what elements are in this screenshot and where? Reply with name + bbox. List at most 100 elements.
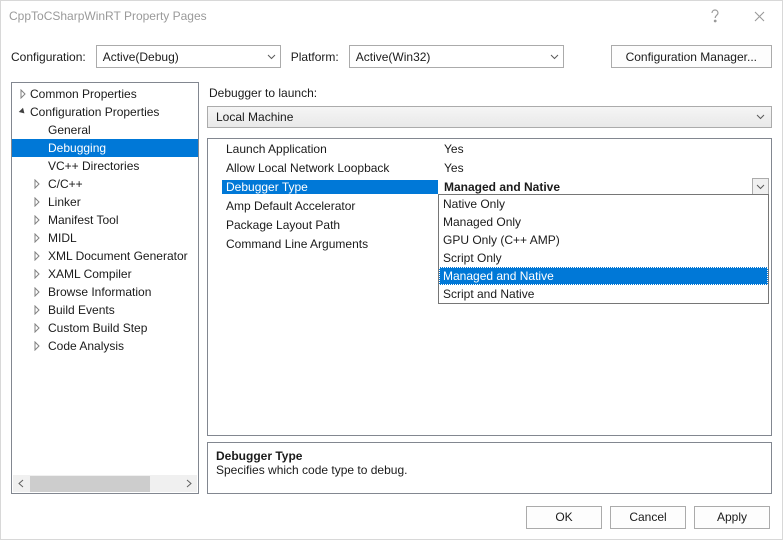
description-title: Debugger Type xyxy=(216,449,763,463)
property-value[interactable]: Yes xyxy=(438,161,771,175)
tree-twist-closed-icon[interactable] xyxy=(30,287,44,297)
tree-item[interactable]: Manifest Tool xyxy=(12,211,198,229)
scroll-right-arrow[interactable] xyxy=(180,475,197,492)
debugger-launch-label: Debugger to launch: xyxy=(209,86,772,100)
configuration-label: Configuration: xyxy=(11,50,86,64)
property-name: Launch Application xyxy=(222,142,438,156)
debugger-type-options-list[interactable]: Native OnlyManaged OnlyGPU Only (C++ AMP… xyxy=(438,194,769,304)
property-dropdown-button[interactable] xyxy=(752,178,769,195)
tree-twist-closed-icon[interactable] xyxy=(30,323,44,333)
platform-value: Active(Win32) xyxy=(356,50,431,64)
ok-button[interactable]: OK xyxy=(526,506,602,529)
property-row[interactable]: Allow Local Network LoopbackYes xyxy=(222,158,771,177)
configuration-manager-label: Configuration Manager... xyxy=(626,50,757,64)
tree-item-label: Manifest Tool xyxy=(44,213,118,227)
tree-item[interactable]: Build Events xyxy=(12,301,198,319)
tree-item-label: Debugging xyxy=(30,141,106,155)
tree-twist-closed-icon[interactable] xyxy=(30,215,44,225)
configuration-toolbar: Configuration: Active(Debug) Platform: A… xyxy=(1,31,782,82)
property-name: Package Layout Path xyxy=(222,218,438,232)
property-name: Allow Local Network Loopback xyxy=(222,161,438,175)
tree-item-label: Configuration Properties xyxy=(30,105,159,119)
property-name: Command Line Arguments xyxy=(222,237,438,251)
tree-item[interactable]: C/C++ xyxy=(12,175,198,193)
chevron-down-icon xyxy=(756,114,765,120)
tree-item[interactable]: Custom Build Step xyxy=(12,319,198,337)
tree-item-label: VC++ Directories xyxy=(30,159,139,173)
property-name: Debugger Type xyxy=(222,180,438,194)
chevron-down-icon xyxy=(756,184,765,190)
ok-label: OK xyxy=(555,510,572,524)
tree-item[interactable]: VC++ Directories xyxy=(12,157,198,175)
configuration-value: Active(Debug) xyxy=(103,50,179,64)
configuration-manager-button[interactable]: Configuration Manager... xyxy=(611,45,772,68)
tree-twist-closed-icon[interactable] xyxy=(30,341,44,351)
property-value[interactable]: Yes xyxy=(438,142,771,156)
tree-twist-closed-icon[interactable] xyxy=(30,197,44,207)
help-icon xyxy=(710,9,720,23)
dialog-footer: OK Cancel Apply xyxy=(1,495,782,539)
platform-dropdown[interactable]: Active(Win32) xyxy=(349,45,564,68)
tree-item-label: Code Analysis xyxy=(44,339,124,353)
apply-button[interactable]: Apply xyxy=(694,506,770,529)
debugger-launch-dropdown[interactable]: Local Machine xyxy=(207,106,772,128)
tree-twist-open-icon[interactable] xyxy=(16,107,30,117)
dropdown-option[interactable]: GPU Only (C++ AMP) xyxy=(439,231,768,249)
tree-item[interactable]: Browse Information xyxy=(12,283,198,301)
dropdown-option[interactable]: Managed and Native xyxy=(439,267,768,285)
tree-item[interactable]: Common Properties xyxy=(12,85,198,103)
dropdown-option[interactable]: Script Only xyxy=(439,249,768,267)
tree-item[interactable]: Linker xyxy=(12,193,198,211)
dropdown-option[interactable]: Managed Only xyxy=(439,213,768,231)
tree-item[interactable]: Debugging xyxy=(12,139,198,157)
nav-tree: Common Properties Configuration Propertie… xyxy=(11,82,199,494)
window-title: CppToCSharpWinRT Property Pages xyxy=(9,9,692,23)
tree-twist-closed-icon[interactable] xyxy=(30,233,44,243)
cancel-label: Cancel xyxy=(629,510,666,524)
description-text: Specifies which code type to debug. xyxy=(216,463,763,477)
scroll-left-arrow[interactable] xyxy=(13,475,30,492)
close-button[interactable] xyxy=(737,1,782,31)
tree-item[interactable]: XML Document Generator xyxy=(12,247,198,265)
main-area: Common Properties Configuration Propertie… xyxy=(1,82,782,494)
cancel-button[interactable]: Cancel xyxy=(610,506,686,529)
tree-item-label: C/C++ xyxy=(44,177,83,191)
tree-item[interactable]: Configuration Properties xyxy=(12,103,198,121)
chevron-down-icon xyxy=(550,54,559,60)
dropdown-option[interactable]: Native Only xyxy=(439,195,768,213)
content-column: Debugger to launch: Local Machine Launch… xyxy=(207,82,772,494)
tree-item-label: Common Properties xyxy=(30,87,137,101)
horizontal-scrollbar[interactable] xyxy=(13,475,197,492)
title-bar: CppToCSharpWinRT Property Pages xyxy=(1,1,782,31)
tree-twist-closed-icon[interactable] xyxy=(30,269,44,279)
tree-item-label: General xyxy=(30,123,91,137)
tree-item[interactable]: Code Analysis xyxy=(12,337,198,355)
help-button[interactable] xyxy=(692,1,737,31)
tree-item[interactable]: General xyxy=(12,121,198,139)
property-row[interactable]: Launch ApplicationYes xyxy=(222,139,771,158)
tree-item[interactable]: MIDL xyxy=(12,229,198,247)
configuration-dropdown[interactable]: Active(Debug) xyxy=(96,45,281,68)
tree-item-label: Linker xyxy=(44,195,81,209)
tree-item-label: XAML Compiler xyxy=(44,267,132,281)
property-value[interactable]: Managed and Native xyxy=(438,180,771,194)
tree-item-label: Custom Build Step xyxy=(44,321,147,335)
description-panel: Debugger Type Specifies which code type … xyxy=(207,442,772,494)
debugger-launch-value: Local Machine xyxy=(216,110,293,124)
tree-item-label: Build Events xyxy=(44,303,115,317)
tree-item[interactable]: XAML Compiler xyxy=(12,265,198,283)
platform-label: Platform: xyxy=(291,50,339,64)
tree-twist-closed-icon[interactable] xyxy=(30,305,44,315)
scroll-thumb[interactable] xyxy=(30,476,150,492)
tree-twist-closed-icon[interactable] xyxy=(16,89,30,99)
tree-twist-closed-icon[interactable] xyxy=(30,179,44,189)
property-grid: Launch ApplicationYesAllow Local Network… xyxy=(207,138,772,436)
property-name: Amp Default Accelerator xyxy=(222,199,438,213)
tree-twist-closed-icon[interactable] xyxy=(30,251,44,261)
dropdown-option[interactable]: Script and Native xyxy=(439,285,768,303)
close-icon xyxy=(754,11,765,22)
tree-item-label: Browse Information xyxy=(44,285,151,299)
chevron-down-icon xyxy=(267,54,276,60)
apply-label: Apply xyxy=(717,510,747,524)
tree-item-label: XML Document Generator xyxy=(44,249,188,263)
